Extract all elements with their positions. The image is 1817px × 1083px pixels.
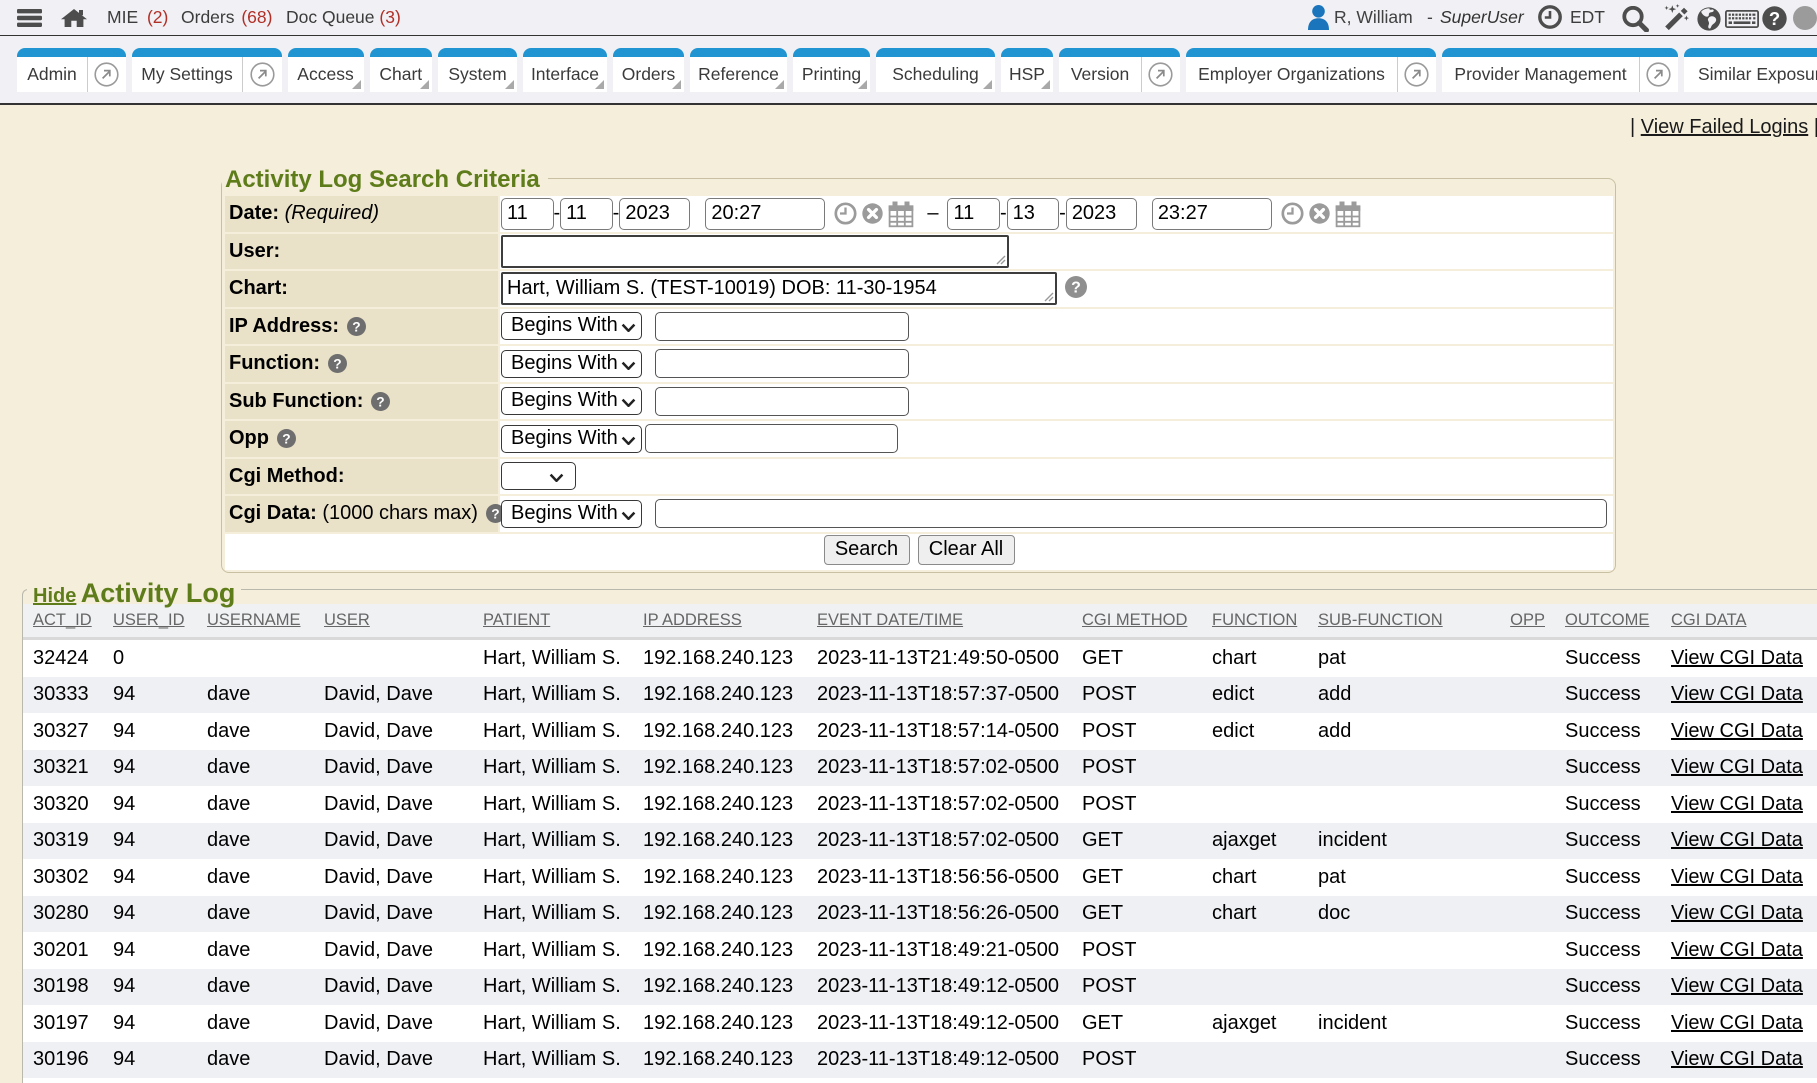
svg-text:?: ? xyxy=(282,432,290,447)
svg-text:?: ? xyxy=(352,319,360,334)
svg-text:?: ? xyxy=(1769,8,1780,29)
svg-text:?: ? xyxy=(333,357,341,372)
svg-text:?: ? xyxy=(376,394,384,409)
svg-text:?: ? xyxy=(1071,280,1081,297)
svg-text:?: ? xyxy=(491,507,499,522)
